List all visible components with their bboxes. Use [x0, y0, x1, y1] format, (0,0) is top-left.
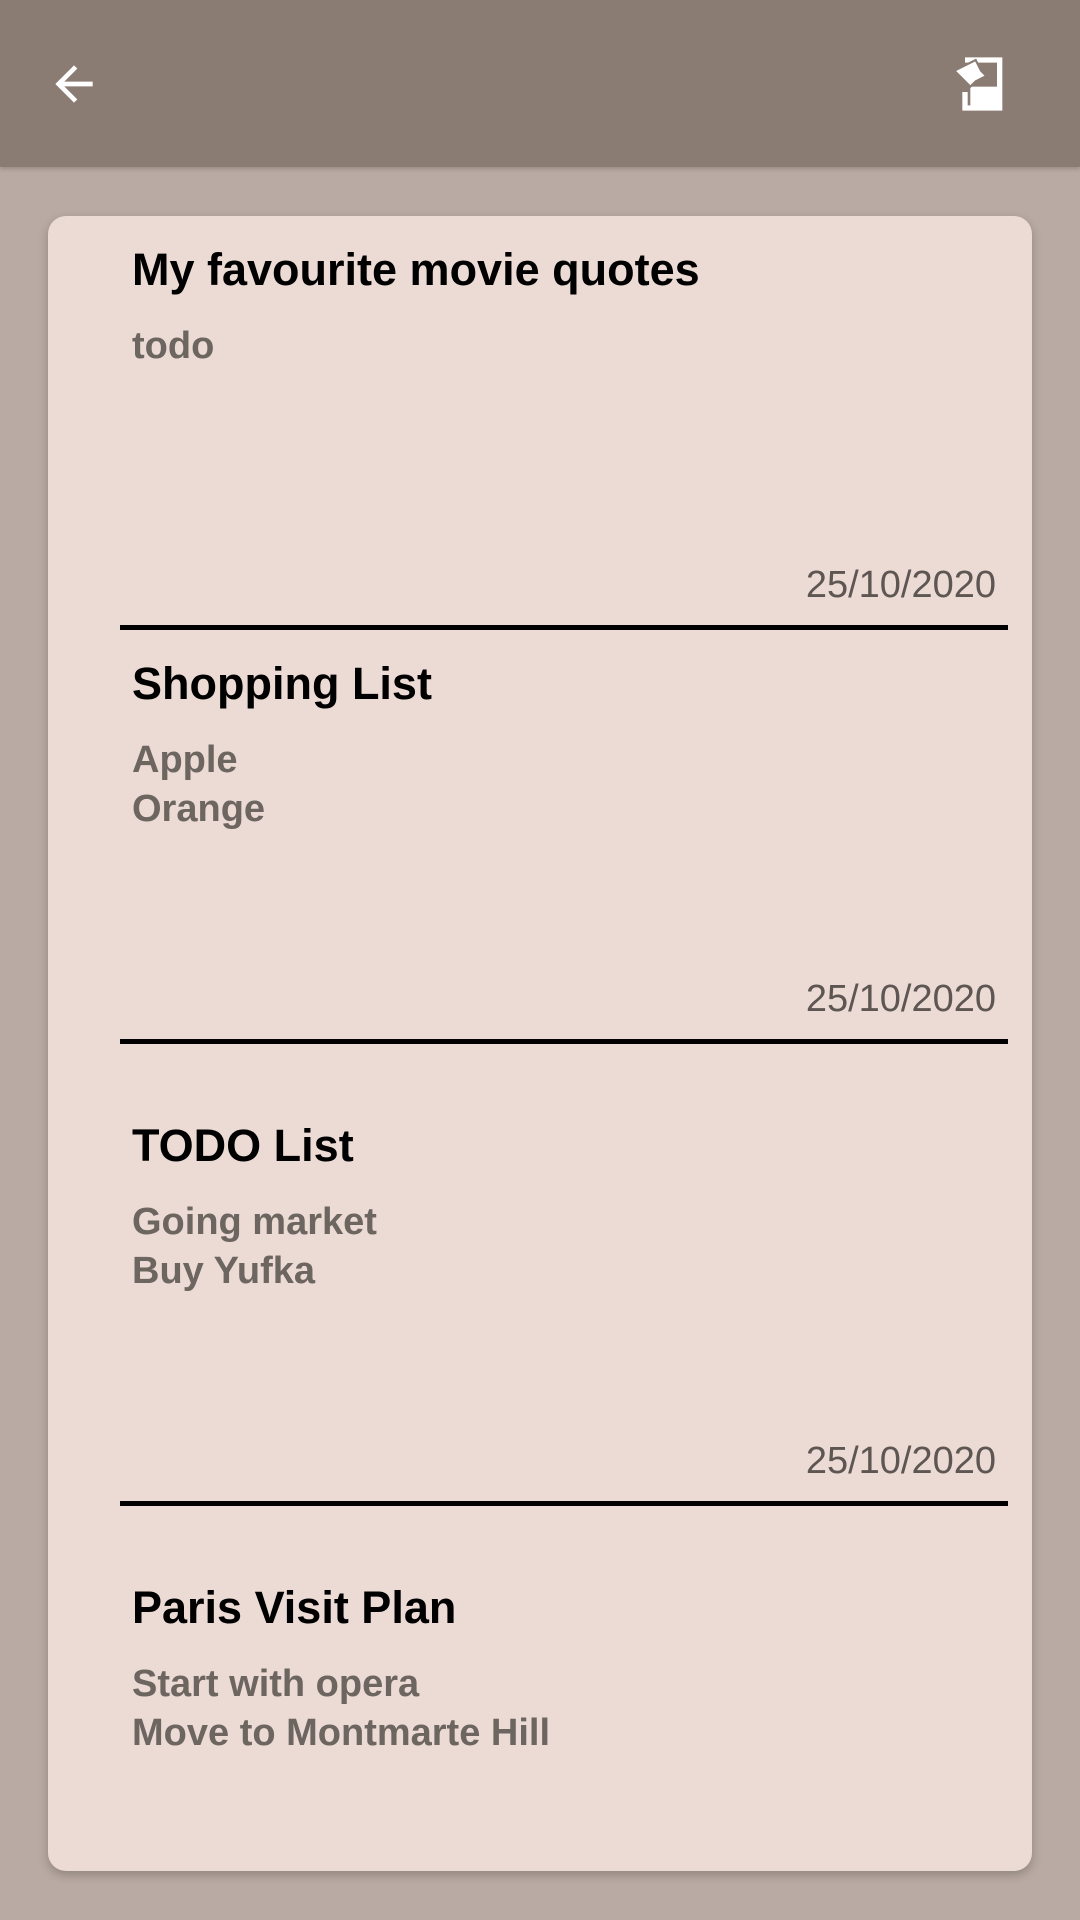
note-body-line: Orange — [132, 788, 266, 830]
note-title: Shopping List — [132, 658, 432, 709]
note-title: Paris Visit Plan — [132, 1582, 457, 1633]
note-body: Apple Orange — [132, 736, 265, 834]
note-body-line: Start with opera — [132, 1663, 420, 1705]
note-body-line: Apple — [132, 739, 238, 781]
note-item[interactable]: Shopping List Apple Orange 25/10/2020 — [48, 630, 1032, 1092]
note-body: Start with opera Move to Montmarte Hill — [132, 1660, 550, 1758]
arrow-back-icon — [55, 65, 93, 103]
note-divider — [120, 1501, 1008, 1506]
note-body-line: todo — [132, 325, 215, 367]
note-body-line: Going market — [132, 1201, 377, 1243]
note-date: 25/10/2020 — [805, 564, 996, 606]
note-date: 25/10/2020 — [805, 978, 996, 1020]
note-date: 25/10/2020 — [805, 1440, 996, 1482]
note-item[interactable]: My favourite movie quotes todo 25/10/202… — [48, 216, 1032, 678]
note-item[interactable]: TODO List Going market Buy Yufka 25/10/2… — [48, 1092, 1032, 1554]
export-image-icon — [952, 57, 1003, 111]
note-body: todo — [132, 322, 214, 371]
note-body-line: Buy Yufka — [132, 1250, 316, 1292]
export-image-button[interactable] — [933, 36, 1029, 132]
note-divider — [120, 1039, 1008, 1044]
note-item[interactable]: Paris Visit Plan Start with opera Move t… — [48, 1554, 1032, 1871]
app-bar — [0, 0, 1080, 167]
note-title: My favourite movie quotes — [132, 244, 700, 295]
notes-card: My favourite movie quotes todo 25/10/202… — [48, 216, 1032, 1871]
back-button[interactable] — [26, 36, 122, 132]
note-body: Going market Buy Yufka — [132, 1198, 377, 1296]
note-title: TODO List — [132, 1120, 354, 1171]
note-body-line: Move to Montmarte Hill — [132, 1712, 551, 1754]
